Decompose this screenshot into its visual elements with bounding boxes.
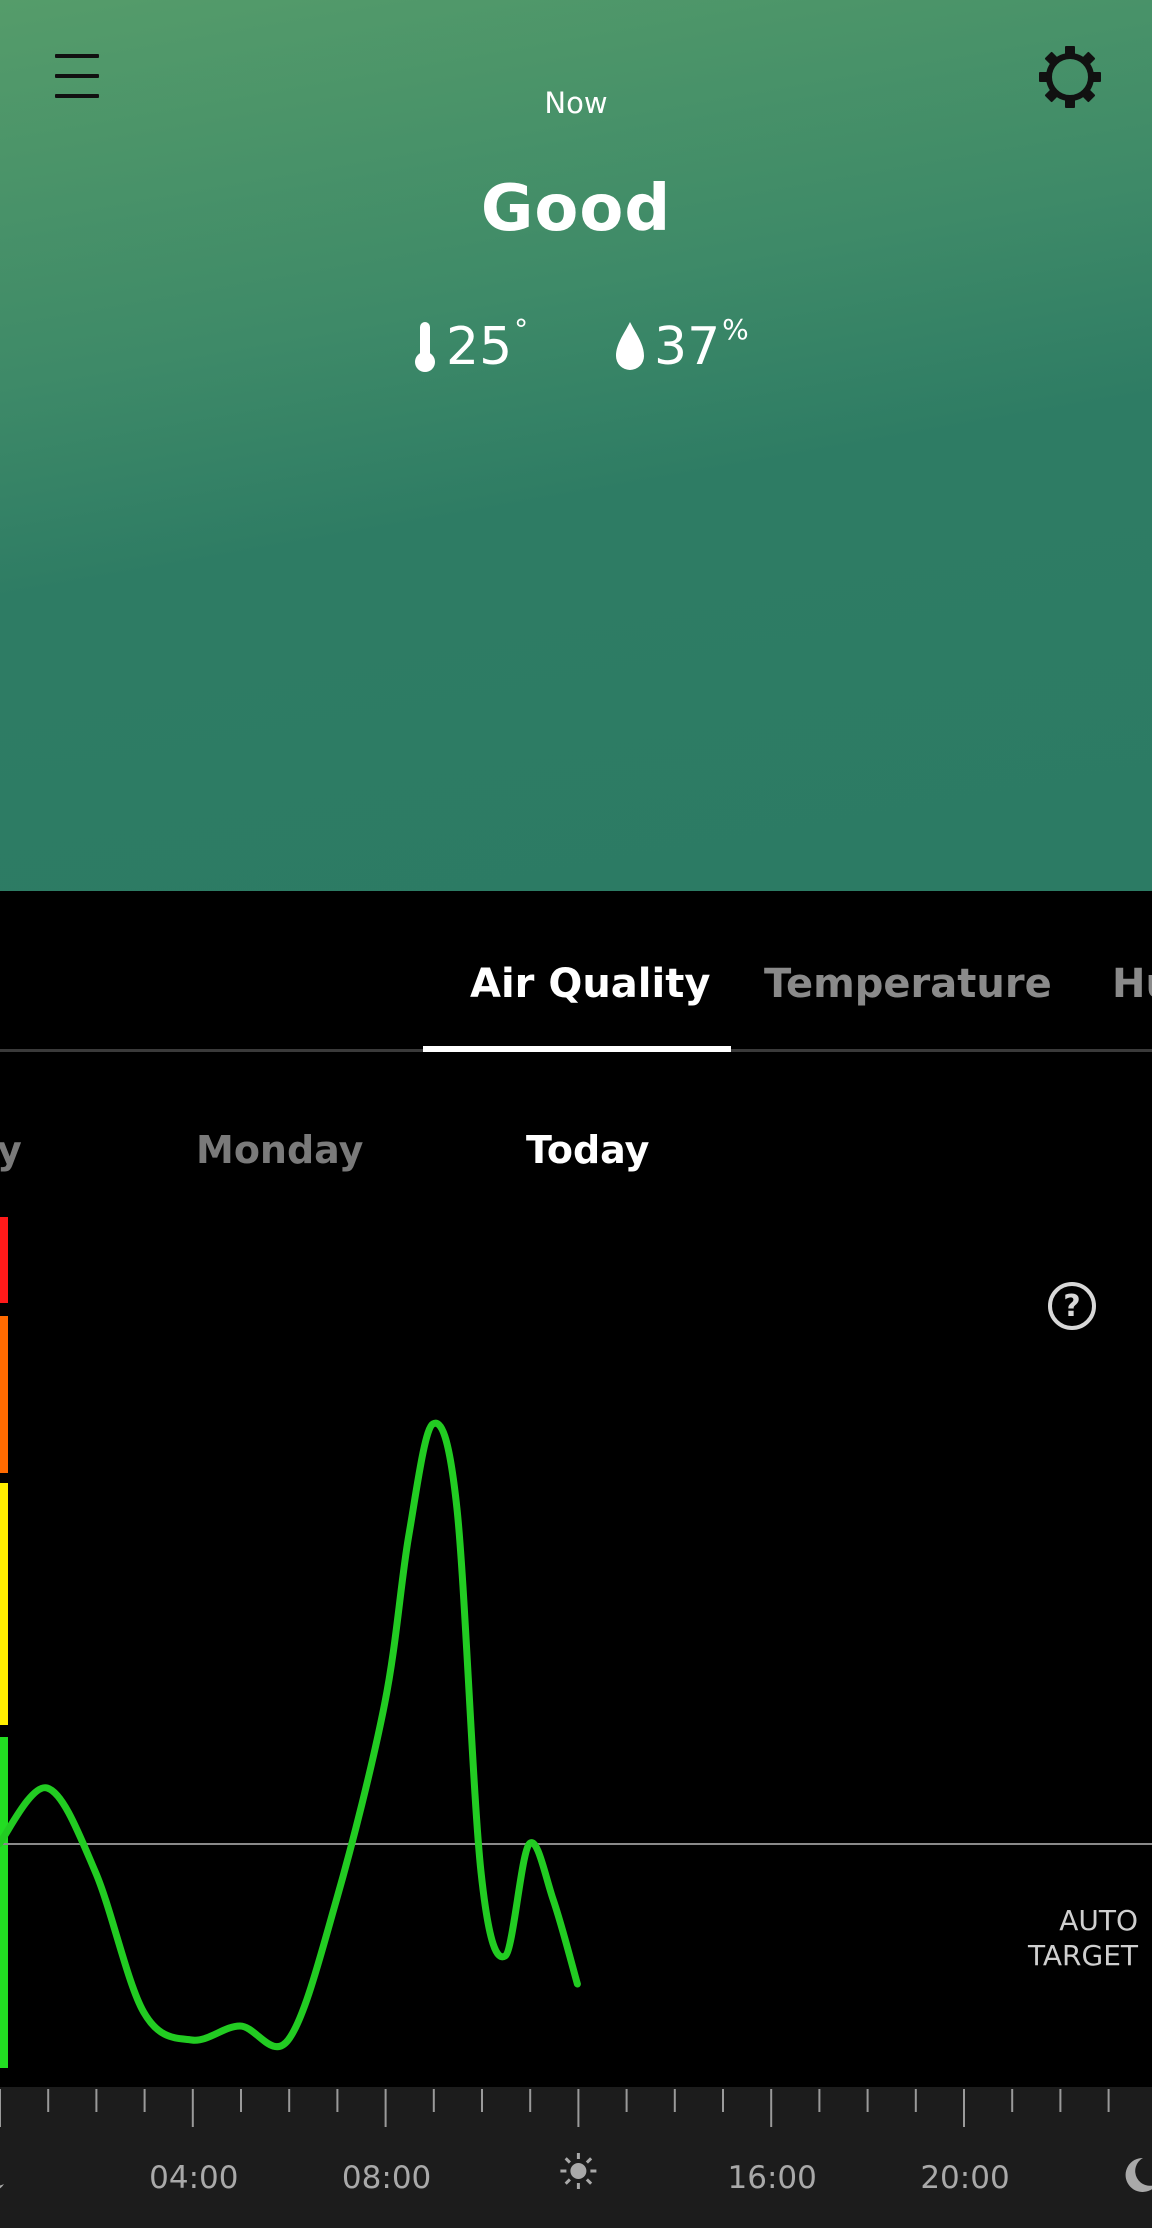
tab-humidity[interactable]: Hu — [1112, 961, 1152, 1007]
active-tab-indicator — [423, 1046, 731, 1052]
tab-air-quality[interactable]: Air Quality — [470, 961, 710, 1007]
readings: 25 ° 37 % — [0, 310, 1152, 390]
moon-icon — [0, 2184, 4, 2189]
day-yesterday[interactable]: y — [0, 1128, 22, 1172]
axis-label: 04:00 — [149, 2160, 238, 2196]
temperature-unit: ° — [514, 313, 529, 346]
sun-ray — [585, 2178, 593, 2185]
scale-band-3 — [0, 1737, 8, 2068]
hamburger-menu-icon — [55, 54, 99, 58]
temperature-value: 25 — [446, 317, 513, 377]
hamburger-line — [55, 74, 99, 78]
humidity-value: 37 — [654, 317, 721, 377]
droplet-icon — [616, 322, 644, 370]
scale-band-0 — [0, 1217, 8, 1303]
moon-icon — [1125, 2157, 1152, 2192]
auto-target-line2: TARGET — [1027, 1939, 1138, 1972]
scale-band-2 — [0, 1483, 8, 1725]
header: Now Good 25 ° 37 % — [0, 0, 1152, 891]
now-label: Now — [544, 86, 608, 120]
scale-band-1 — [0, 1316, 8, 1473]
metric-tabs: Air Quality Temperature Hu — [0, 891, 1152, 1051]
auto-target-label: AUTO TARGET — [1000, 1903, 1138, 1973]
auto-target-line1: AUTO — [1059, 1904, 1138, 1937]
sun-ray — [564, 2157, 571, 2164]
series-line-0 — [0, 1419, 581, 2051]
sun-icon — [570, 2163, 587, 2179]
humidity-reading: 37 % — [614, 310, 749, 384]
day-today[interactable]: Today — [526, 1128, 649, 1172]
air-quality-chart: 04:00 08:00 16:00 20:00 — [0, 1217, 1152, 2196]
humidity-unit: % — [722, 313, 749, 346]
tab-temperature[interactable]: Temperature — [764, 961, 1052, 1007]
thermometer-icon — [415, 322, 435, 372]
axis-label: 16:00 — [728, 2160, 817, 2196]
sun-ray — [564, 2178, 571, 2185]
day-monday[interactable]: Monday — [196, 1128, 363, 1172]
temperature-reading: 25 ° — [412, 310, 528, 384]
axis-label: 08:00 — [342, 2160, 431, 2196]
air-status: Good — [480, 172, 672, 246]
axis-label: 20:00 — [920, 2160, 1009, 2196]
sun-ray — [585, 2157, 593, 2164]
